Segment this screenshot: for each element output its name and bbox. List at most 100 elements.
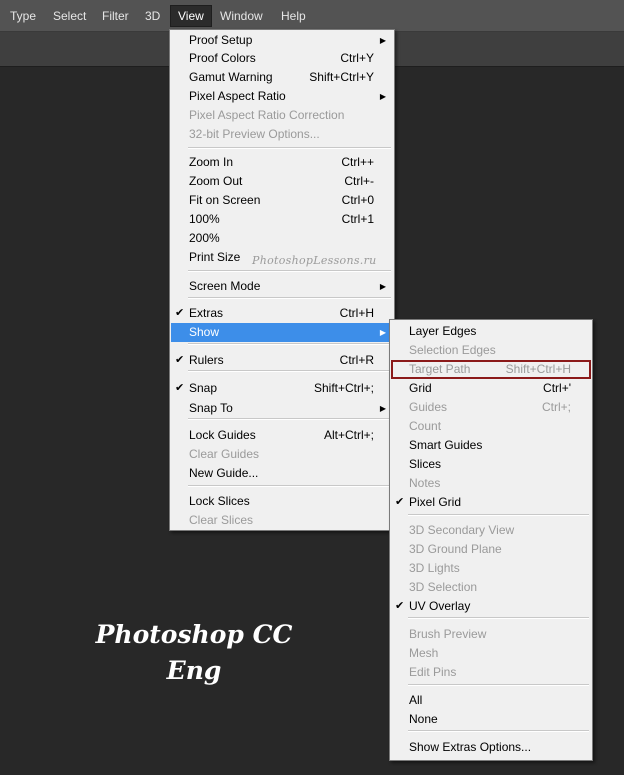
view-menu-item-lock-slices[interactable]: Lock Slices <box>171 492 393 511</box>
menu-item-label: Edit Pins <box>409 665 457 679</box>
menu-item-label: 3D Secondary View <box>409 523 515 537</box>
menu-select[interactable]: Select <box>50 6 89 26</box>
show-menu-item-3d-secondary-view: 3D Secondary View <box>391 521 591 540</box>
menu-item-label: Zoom In <box>189 155 234 169</box>
menu-item-shortcut: Ctrl+0 <box>341 193 374 207</box>
view-menu-item-proof-colors[interactable]: Proof Colors Ctrl+Y <box>171 49 393 68</box>
menu-item-shortcut: Ctrl+- <box>344 174 374 188</box>
menu-item-label: 3D Ground Plane <box>409 542 502 556</box>
menu-item-label: Notes <box>409 476 441 490</box>
menu-item-label: Smart Guides <box>409 438 483 452</box>
view-menu-item-proof-setup[interactable]: Proof Setup ▶ <box>171 31 393 50</box>
menu-separator <box>188 370 391 372</box>
show-menu-item-notes: Notes <box>391 474 591 493</box>
brand-line-2: Eng <box>166 656 222 685</box>
menu-item-label: Snap <box>189 381 218 395</box>
show-menu-item-slices[interactable]: Slices <box>391 455 591 474</box>
show-menu-item-brush-preview: Brush Preview <box>391 625 591 644</box>
menu-item-shortcut: Ctrl+H <box>339 306 374 320</box>
menu-item-label: Proof Setup <box>189 33 253 47</box>
menu-item-label: 32-bit Preview Options... <box>189 127 320 141</box>
menu-item-label: Count <box>409 419 442 433</box>
menu-item-shortcut: Alt+Ctrl+; <box>323 428 374 442</box>
show-menu-item-uv-overlay[interactable]: ✔ UV Overlay <box>391 597 591 616</box>
menu-separator <box>188 270 391 272</box>
show-menu-item-smart-guides[interactable]: Smart Guides <box>391 436 591 455</box>
menu-item-label: Zoom Out <box>189 174 243 188</box>
menu-item-shortcut: Ctrl+1 <box>341 212 374 226</box>
view-menu-item-200[interactable]: 200% <box>171 229 393 248</box>
menu-item-shortcut: Ctrl++ <box>341 155 374 169</box>
show-menu-item-mesh: Mesh <box>391 644 591 663</box>
menu-separator <box>188 418 391 420</box>
view-menu-item-pixel-aspect-ratio-correction: Pixel Aspect Ratio Correction <box>171 106 393 125</box>
show-menu-item-3d-ground-plane: 3D Ground Plane <box>391 540 591 559</box>
menu-item-label: 3D Lights <box>409 561 460 575</box>
menu-item-shortcut: Shift+Ctrl+; <box>313 381 374 395</box>
menu-type[interactable]: Type <box>7 6 39 26</box>
view-menu-item-extras[interactable]: ✔ Extras Ctrl+H <box>171 304 393 323</box>
highlight-outline <box>391 360 591 379</box>
menu-item-label: Lock Slices <box>189 494 250 508</box>
view-menu-item-new-guide[interactable]: New Guide... <box>171 464 393 483</box>
view-menu-item-screen-mode[interactable]: Screen Mode ▶ <box>171 277 393 296</box>
submenu-arrow-icon: ▶ <box>379 328 386 337</box>
view-menu-item-snap[interactable]: ✔ Snap Shift+Ctrl+; <box>171 379 393 398</box>
menu-separator <box>408 730 589 732</box>
menu-item-label: Fit on Screen <box>189 193 261 207</box>
menu-item-label: Snap To <box>189 401 233 415</box>
show-menu-item-none[interactable]: None <box>391 710 591 729</box>
menu-separator <box>408 617 589 619</box>
menu-view[interactable]: View <box>170 5 212 27</box>
view-menu-item-fit-on-screen[interactable]: Fit on Screen Ctrl+0 <box>171 191 393 210</box>
view-menu-item-32-bit-preview-options: 32-bit Preview Options... <box>171 125 393 144</box>
show-menu-item-3d-lights: 3D Lights <box>391 559 591 578</box>
checkmark-icon: ✔ <box>175 382 185 394</box>
view-menu-item-100[interactable]: 100% Ctrl+1 <box>171 210 393 229</box>
menu-filter[interactable]: Filter <box>99 6 132 26</box>
show-menu-item-pixel-grid[interactable]: ✔ Pixel Grid <box>391 493 591 512</box>
menu-item-label: Pixel Grid <box>409 495 462 509</box>
view-menu-item-snap-to[interactable]: Snap To ▶ <box>171 399 393 418</box>
menu-item-label: Slices <box>409 457 442 471</box>
show-menu-item-layer-edges[interactable]: Layer Edges <box>391 322 591 341</box>
submenu-arrow-icon: ▶ <box>379 36 386 45</box>
menu-help[interactable]: Help <box>278 6 309 26</box>
submenu-arrow-icon: ▶ <box>379 282 386 291</box>
menu-window[interactable]: Window <box>217 6 266 26</box>
view-menu-item-pixel-aspect-ratio[interactable]: Pixel Aspect Ratio ▶ <box>171 87 393 106</box>
menu-item-label: Brush Preview <box>409 627 487 641</box>
menu-item-label: Proof Colors <box>189 51 256 65</box>
show-menu-item-all[interactable]: All <box>391 691 591 710</box>
menu-item-shortcut: Ctrl+' <box>543 381 571 395</box>
menu-item-label: Clear Slices <box>189 513 254 527</box>
menu-item-label: Grid <box>409 381 432 395</box>
menu-separator <box>188 485 391 487</box>
menu-item-label: Layer Edges <box>409 324 477 338</box>
view-menu-item-zoom-in[interactable]: Zoom In Ctrl++ <box>171 153 393 172</box>
menu-separator <box>408 684 589 686</box>
view-menu-item-clear-guides: Clear Guides <box>171 445 393 464</box>
menu-item-label: Screen Mode <box>189 279 261 293</box>
show-menu-item-show-extras-options[interactable]: Show Extras Options... <box>391 738 591 757</box>
menu-item-label: 200% <box>189 231 220 245</box>
show-menu-item-grid[interactable]: Grid Ctrl+' <box>391 379 591 398</box>
view-menu-item-clear-slices: Clear Slices <box>171 511 393 530</box>
checkmark-icon: ✔ <box>395 496 405 508</box>
view-menu-item-lock-guides[interactable]: Lock Guides Alt+Ctrl+; <box>171 426 393 445</box>
submenu-arrow-icon: ▶ <box>379 92 386 101</box>
menu-item-label: UV Overlay <box>409 599 471 613</box>
view-menu-item-gamut-warning[interactable]: Gamut Warning Shift+Ctrl+Y <box>171 68 393 87</box>
menu-item-shortcut: Ctrl+Y <box>340 51 374 65</box>
menu-3d[interactable]: 3D <box>142 6 163 26</box>
view-menu: Proof Setup ▶ Proof Colors Ctrl+Y Gamut Warn… <box>169 29 395 531</box>
menu-item-shortcut: Ctrl+R <box>339 353 374 367</box>
view-menu-item-show[interactable]: Show ▶ <box>171 323 393 342</box>
menu-item-label: Print Size <box>189 250 241 264</box>
menu-item-label: Selection Edges <box>409 343 496 357</box>
checkmark-icon: ✔ <box>175 307 185 319</box>
view-menu-item-zoom-out[interactable]: Zoom Out Ctrl+- <box>171 172 393 191</box>
view-menu-item-rulers[interactable]: ✔ Rulers Ctrl+R <box>171 351 393 370</box>
menu-item-label: Mesh <box>409 646 439 660</box>
menu-bar: Type Select Filter 3D View Window Help <box>0 0 624 32</box>
